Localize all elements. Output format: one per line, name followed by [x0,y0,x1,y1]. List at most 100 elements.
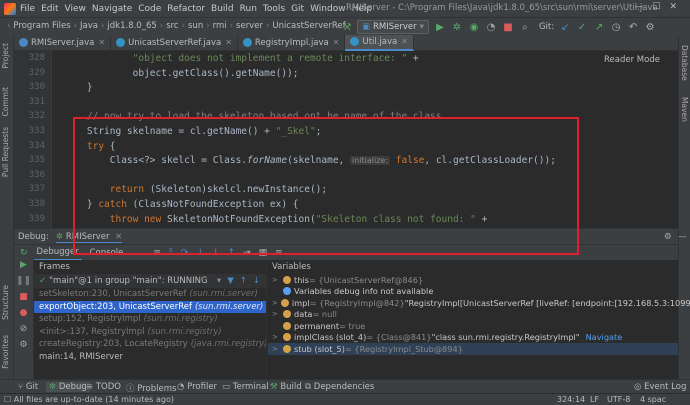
reader-mode-toggle[interactable]: Reader Mode [604,55,660,65]
debug-tool-button[interactable]: ✲ Debug [46,382,90,392]
code-line: } [64,82,93,93]
stack-frame[interactable]: createRegistry:203, LocateRegistry (java.… [34,338,266,351]
git-commit-icon[interactable]: ✓ [575,20,589,34]
maven-tool-tab[interactable]: Maven [680,97,689,122]
event-log-tool-button[interactable]: ◎ Event Log [634,382,686,392]
run-icon[interactable]: ▶ [433,20,447,34]
todo-tool-button[interactable]: ≡ TODO [86,382,121,392]
expand-arrow-icon[interactable]: > [272,333,280,341]
expand-arrow-icon[interactable]: > [272,276,280,284]
menu-item-run[interactable]: Run [240,4,257,14]
minimize-icon[interactable]: — [678,232,687,242]
menu-item-git[interactable]: Git [291,4,304,14]
search-icon[interactable]: ⌕ [518,20,532,34]
commit-tool-tab[interactable]: Commit [1,87,10,116]
breadcrumb-item[interactable]: Program Files [13,21,70,31]
menu-item-tools[interactable]: Tools [263,4,285,14]
stack-frame[interactable]: main:14, RMIServer [34,351,266,364]
breadcrumb-item[interactable]: Java [80,21,98,31]
history-icon[interactable]: ◷ [609,20,623,34]
menu-item-build[interactable]: Build [211,4,234,14]
pull-requests-tool-tab[interactable]: Pull Requests [1,127,10,177]
coverage-icon[interactable]: ◉ [467,20,481,34]
stop-icon[interactable]: ■ [501,20,515,34]
menu-item-code[interactable]: Code [138,4,161,14]
breadcrumb-item[interactable]: src [166,21,178,31]
build-hammer-icon[interactable]: ⚒ [340,20,354,34]
project-tool-tab[interactable]: Project [1,43,10,69]
git-tool-button[interactable]: ⑂ Git [18,382,38,392]
breadcrumb-item[interactable]: jdk1.8.0_65 [107,21,156,31]
run-config-icon: ▣ [362,22,371,32]
git-push-icon[interactable]: ↗ [592,20,606,34]
rerun-icon[interactable]: ↻ [20,248,28,258]
menu-item-window[interactable]: Window [310,4,346,14]
database-tool-tab[interactable]: Database [680,45,689,81]
breadcrumb-item[interactable]: UnicastServerRef [272,21,345,31]
line-separator[interactable]: LF [590,395,599,404]
menu-item-navigate[interactable]: Navigate [92,4,132,14]
dependencies-tool-button[interactable]: ⧉ Dependencies [305,382,374,392]
stack-frame[interactable]: setSkeleton:230, UnicastServerRef (sun.rm… [34,288,266,301]
stack-frame[interactable]: setup:152, RegistryImpl (sun.rmi.registry… [34,313,266,326]
editor-tab[interactable]: RegistryImpl.java ✕ [238,34,346,51]
resume-icon[interactable]: ▶ [14,260,33,276]
breadcrumb-item[interactable]: server [236,21,263,31]
variable-row[interactable]: > stub (slot_5) = {RegistryImpl_Stub@894} [268,343,678,355]
stack-frame[interactable]: <init>:137, RegistryImpl (sun.rmi.registr… [34,326,266,339]
favorites-tool-tab[interactable]: Favorites [1,335,10,369]
expand-arrow-icon[interactable]: > [272,310,280,318]
status-message[interactable]: ☐ All files are up-to-date (14 minutes a… [4,395,174,404]
menu-item-refactor[interactable]: Refactor [167,4,205,14]
run-config-select[interactable]: ▣ RMIServer ▾ [357,20,429,34]
file-encoding[interactable]: UTF-8 [607,395,630,404]
caret-position[interactable]: 324:14 [557,395,585,404]
terminal-tool-button[interactable]: ▭ Terminal [222,382,269,392]
expand-arrow-icon[interactable]: > [272,299,278,307]
breadcrumb-item[interactable]: rmi [213,21,227,31]
variable-row[interactable]: permanent = true [268,320,678,332]
thread-selector[interactable]: ✓ "main"@1 in group "main": RUNNING ▾ ▼ … [34,274,266,288]
profiler-tool-button[interactable]: ◔ Profiler [177,382,217,392]
editor-tab[interactable]: RMIServer.java ✕ [14,34,112,51]
editor-tab[interactable]: Util.java ✕ [345,34,414,51]
pause-icon[interactable]: ❚❚ [14,276,33,292]
settings-icon[interactable]: ⚙ [14,340,33,356]
close-icon[interactable]: ✕ [98,38,105,47]
editor-tab[interactable]: UnicastServerRef.java ✕ [111,34,238,51]
variable-row[interactable]: > data = null [268,309,678,321]
filter-icon[interactable]: ▼ [227,276,234,286]
window-controls[interactable]: —☐✕ [634,2,686,12]
variable-row[interactable]: > impl = {RegistryImpl@842} "RegistryImpl… [268,297,690,309]
rollback-icon[interactable]: ↶ [626,20,640,34]
view-breakpoints-icon[interactable]: ● [14,308,33,324]
variable-row[interactable]: > this = {UnicastServerRef@846} [268,274,678,286]
settings-icon[interactable]: ⚙ [643,20,657,34]
close-icon[interactable]: ✕ [401,37,408,46]
expand-arrow-icon[interactable]: > [272,345,280,353]
menu-item-edit[interactable]: Edit [41,4,58,14]
variable-row[interactable]: Variables debug info not available [268,286,678,298]
menu-item-file[interactable]: File [20,4,35,14]
breadcrumb-separator: › [73,21,78,31]
close-icon[interactable]: ✕ [333,38,340,47]
structure-tool-tab[interactable]: Structure [1,285,10,320]
menu-item-view[interactable]: View [65,4,86,14]
close-icon[interactable]: ✕ [225,38,232,47]
build-tool-button[interactable]: ⚒ Build [270,382,302,392]
variable-row[interactable]: > implClass (slot_4) = {Class@841} "class… [268,332,678,344]
indent-setting[interactable]: 4 spac [640,395,666,404]
frame-method: setup:152, RegistryImpl [39,314,141,325]
breadcrumb-item[interactable]: sun [188,21,203,31]
stop-icon[interactable]: ■ [14,292,33,308]
mute-breakpoints-icon[interactable]: ⊘ [14,324,33,340]
intellij-logo-icon[interactable] [4,2,16,15]
git-update-icon[interactable]: ↙ [558,20,572,34]
arrow-up-icon[interactable]: ↑ [240,276,247,286]
debug-icon[interactable]: ✲ [450,20,464,34]
profile-icon[interactable]: ◔ [484,20,498,34]
arrow-down-icon[interactable]: ↓ [253,276,260,286]
stack-frame[interactable]: exportObject:203, UnicastServerRef (sun.r… [34,300,266,313]
navigate-link[interactable]: Navigate [586,332,623,342]
settings-icon[interactable]: ⚙ [664,232,672,242]
